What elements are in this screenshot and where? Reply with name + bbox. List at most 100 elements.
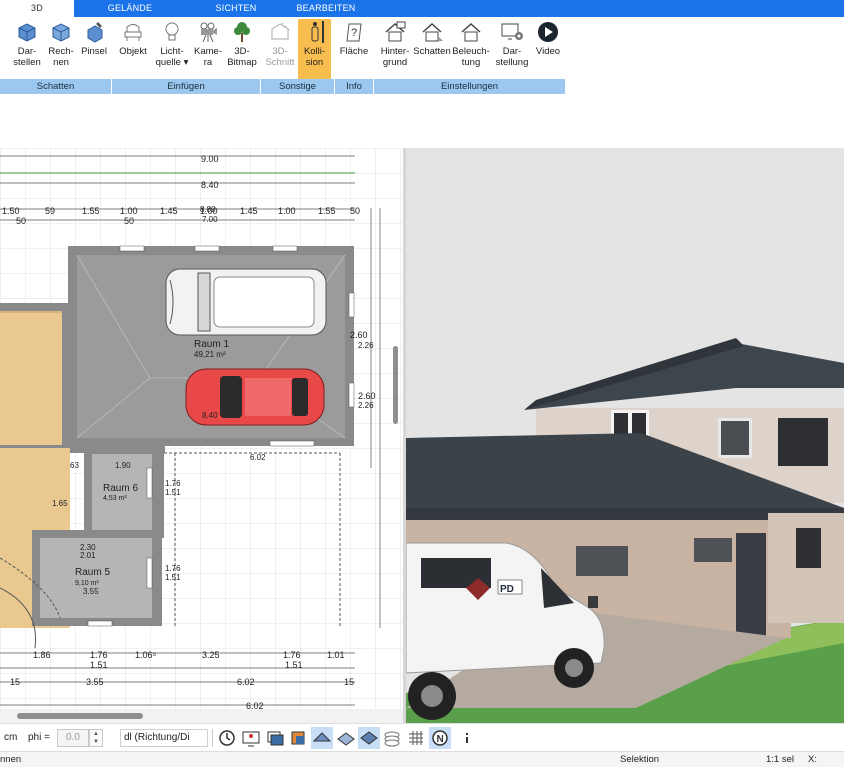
layers-icon	[267, 731, 284, 746]
surface-button[interactable]	[335, 727, 357, 749]
three-d-view[interactable]: PD	[406, 148, 844, 723]
hintergrund-button[interactable]: Hinter- grund	[377, 19, 413, 79]
darstellen-label-1: Dar-	[17, 46, 37, 57]
pinsel-button[interactable]: Pinsel	[78, 19, 110, 79]
more-button[interactable]	[456, 727, 478, 749]
mode-select[interactable]: dl (Richtung/Di	[120, 729, 208, 747]
dim-r-3: 2.60	[358, 391, 376, 401]
schnitt-label-2: Schnitt	[265, 57, 295, 68]
dim-b3-1: 3.55	[86, 677, 104, 687]
status-left: nnen	[0, 754, 22, 765]
clock-button[interactable]	[216, 727, 238, 749]
house-background-icon	[385, 21, 406, 42]
rechnen-button[interactable]: Rech- nen	[45, 19, 77, 79]
bitmap-label-1: 3D-	[234, 46, 250, 57]
dim-b1-0: 1.86	[33, 650, 51, 660]
pinsel-label: Pinsel	[81, 46, 107, 57]
bitmap-3d-button[interactable]: 3D- Bitmap	[225, 19, 259, 79]
dim-top-0: 1.50	[2, 206, 20, 216]
darstellen-button[interactable]: Dar- stellen	[10, 19, 44, 79]
plan-vertical-scrollbar[interactable]	[393, 346, 398, 424]
video-button[interactable]: Video	[532, 19, 564, 79]
cut-icon	[271, 22, 291, 40]
layers-button[interactable]	[264, 727, 286, 749]
beleuchtung-label-2: tung	[461, 57, 481, 68]
lichtquelle-button[interactable]: Licht- quelle ▾	[153, 19, 191, 79]
flaeche-label: Fläche	[339, 46, 369, 57]
status-x-label: X:	[808, 754, 817, 765]
brush-cube-icon	[87, 22, 103, 43]
rechnen-label-2: nen	[53, 57, 69, 68]
house-shadow-icon	[422, 22, 443, 42]
group-schatten: Schatten	[0, 79, 112, 94]
paint-icon	[291, 731, 305, 745]
tab-bearbeiten[interactable]: BEARBEITEN	[288, 0, 364, 17]
tab-gelaende[interactable]: GELÄNDE	[94, 0, 166, 17]
room-5-area: 9,10 m²	[75, 580, 99, 587]
dim-r-1: 2.60	[350, 330, 368, 340]
kamera-button[interactable]: Kame- ra	[192, 19, 224, 79]
cube-compute-icon	[52, 23, 70, 42]
phi-input[interactable]: 0.0	[57, 729, 89, 747]
dim-top-3: 1.00	[120, 206, 138, 216]
objekt-label: Objekt	[119, 46, 147, 57]
dim-151-b: 1.51	[165, 573, 181, 582]
rechnen-label-1: Rech-	[48, 46, 74, 57]
group-sonstige: Sonstige	[261, 79, 335, 94]
room-6-name: Raum 6	[103, 483, 138, 494]
tab-3d[interactable]: 3D	[0, 0, 74, 17]
dim-176-a: 1.76	[165, 479, 181, 488]
lichtquelle-label-2: quelle ▾	[155, 57, 189, 68]
kollision-button[interactable]: Kolli- sion	[298, 19, 331, 79]
paint-button[interactable]	[287, 727, 309, 749]
dim-top-8: 1.55	[318, 206, 336, 216]
kamera-label-2: ra	[203, 57, 213, 68]
ribbon-tabbar: 3D GELÄNDE SICHTEN BEARBEITEN	[0, 0, 844, 17]
dim-b2-0: 1.51	[90, 660, 108, 670]
van-top-view[interactable]	[165, 268, 327, 336]
objekt-button[interactable]: Objekt	[115, 19, 151, 79]
dim-165: 1.65	[52, 499, 68, 508]
darstellen-label-2: stellen	[13, 57, 41, 68]
clock-icon	[219, 730, 235, 746]
dim-top-7: 1.00	[278, 206, 296, 216]
ribbon-groups: Schatten Einfügen Sonstige Info Einstell…	[0, 79, 566, 94]
wireframe-roof-button[interactable]	[311, 727, 333, 749]
dim-b1-1: 1.76	[90, 650, 108, 660]
stack-button[interactable]	[381, 727, 403, 749]
play-icon	[538, 22, 558, 42]
schnitt-3d-button[interactable]: 3D- Schnitt	[264, 19, 296, 79]
plan-horizontal-scroll-thumb[interactable]	[17, 713, 143, 719]
dim-b1-4: 1.76	[283, 650, 301, 660]
dim-top-1: 59	[45, 206, 55, 216]
flaeche-button[interactable]: ? Fläche	[337, 19, 371, 79]
dim-top-6: 1.45	[240, 206, 258, 216]
dim-63: 63	[70, 461, 79, 470]
plane-button[interactable]	[358, 727, 380, 749]
beleuchtung-button[interactable]: Beleuch- tung	[452, 19, 490, 79]
monitor-button[interactable]	[240, 727, 262, 749]
schatten-button[interactable]: Schatten	[413, 19, 451, 79]
lichtquelle-label-1: Licht-	[160, 46, 184, 57]
darstellung-label-2: stellung	[495, 57, 529, 68]
grid-button[interactable]	[405, 727, 427, 749]
dim-top-4: 1.45	[160, 206, 178, 216]
darstellung-button[interactable]: Dar- stellung	[492, 19, 532, 79]
beleuchtung-label-1: Beleuch-	[452, 46, 490, 57]
dim-880: 8.80	[200, 205, 216, 214]
van-logo-text: PD	[500, 584, 514, 595]
north-button[interactable]: N	[429, 727, 451, 749]
ribbon: Dar- stellen Rech- nen Pinsel Objekt Lic…	[0, 17, 844, 79]
phi-spinner[interactable]: ▲ ▼	[89, 729, 103, 747]
plan-horizontal-scrollbar[interactable]	[0, 709, 403, 723]
armchair-icon	[124, 24, 142, 41]
kollision-label-2: sion	[305, 57, 324, 68]
floor-plan-view[interactable]: 9.00 8.40 1.50 59 1.55 1.00 1.45 1.00 1.…	[0, 148, 403, 721]
stack-icon	[384, 731, 400, 747]
bottom-toolbar: cm phi = 0.0 ▲ ▼ dl (Richtung/Di N	[0, 723, 844, 751]
dim-190: 1.90	[115, 461, 131, 470]
status-mode: Selektion	[620, 754, 660, 765]
floor-plan-canvas[interactable]: 9.00 8.40 1.50 59 1.55 1.00 1.45 1.00 1.…	[0, 148, 403, 721]
three-d-canvas[interactable]: PD	[406, 148, 844, 723]
tab-sichten[interactable]: SICHTEN	[200, 0, 272, 17]
